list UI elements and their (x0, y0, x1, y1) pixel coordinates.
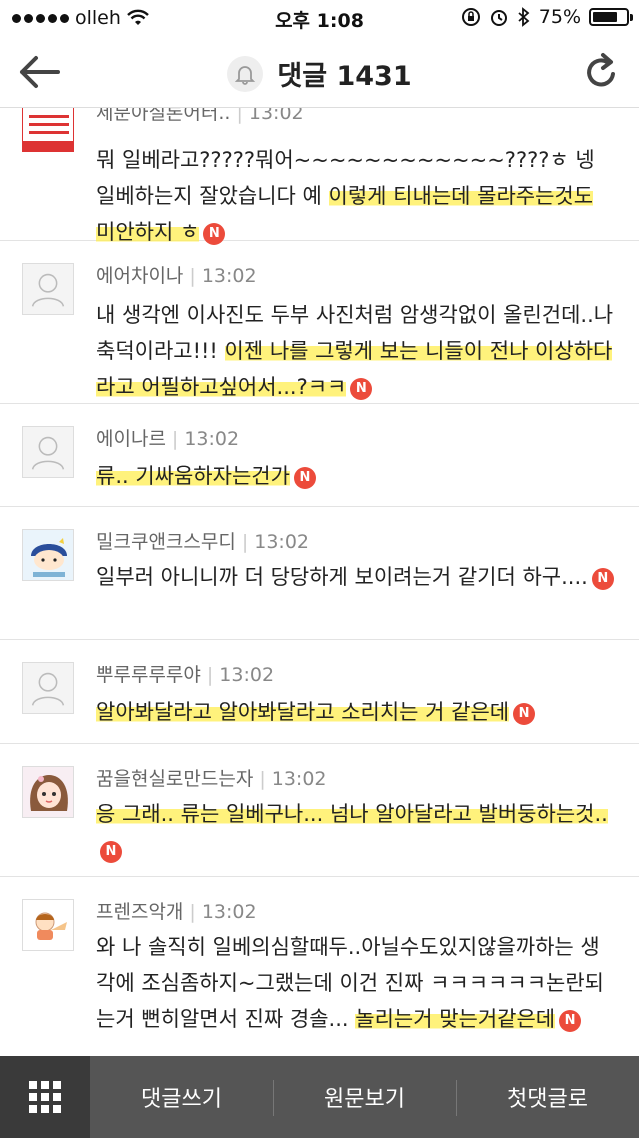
bell-icon (235, 65, 256, 85)
nav-bar: 댓글 1431 (0, 36, 639, 108)
character-avatar-image (23, 530, 73, 580)
new-badge: N (293, 467, 316, 489)
alarm-icon (490, 10, 507, 26)
comment-time: 13:02 (219, 664, 275, 686)
page-title: 댓글 1431 (277, 61, 412, 92)
write-comment-button[interactable]: 댓글쓰기 (90, 1056, 273, 1138)
comment-author[interactable]: 프렌즈악개 (96, 901, 183, 923)
grid-icon (29, 1081, 61, 1113)
notification-bell-button[interactable] (227, 55, 264, 92)
new-badge: N (559, 1010, 582, 1032)
comment-time: 13:02 (201, 265, 257, 287)
poster-avatar-image (23, 108, 73, 151)
comment-time: 13:02 (201, 901, 257, 923)
avatar[interactable] (22, 529, 74, 581)
comment-author[interactable]: 밀크쿠앤크스무디 (96, 531, 236, 553)
first-comment-button[interactable]: 첫댓글로 (456, 1056, 639, 1138)
battery-icon (589, 8, 633, 26)
avatar[interactable] (22, 426, 74, 478)
menu-grid-button[interactable] (0, 1056, 90, 1138)
character-avatar-image (23, 767, 73, 817)
comment-author[interactable]: 에어차이나 (96, 265, 183, 287)
avatar[interactable] (22, 108, 74, 152)
comment-author[interactable]: 뿌루루루루야 (96, 664, 201, 686)
comment-text: 류.. 기싸움하자는건가 N (96, 458, 616, 494)
avatar[interactable] (22, 766, 74, 818)
bluetooth-icon (518, 7, 530, 27)
character-avatar-image (23, 900, 73, 950)
user-default-icon (31, 273, 65, 307)
status-bar: olleh 오후 1:08 75% (0, 0, 639, 36)
avatar[interactable] (22, 662, 74, 714)
comment-text: 알아봐달라고 알아봐달라고 소리치는 거 같은데 N (96, 694, 616, 730)
new-badge: N (100, 841, 122, 863)
comment-item[interactable]: 꿈을현실로만드는자 | 13:02 응 그래.. 류는 일베구나... 넘나 알아달… (0, 744, 639, 877)
view-original-button[interactable]: 원문보기 (273, 1056, 456, 1138)
comment-text: 응 그래.. 류는 일베구나... 넘나 알아달라고 발버둥하는것..N (96, 796, 616, 868)
comment-item[interactable]: 세분아질론어터.. | 13:02 뭐 일베라고?????뭐어~~~~~~~~~~~… (0, 108, 639, 245)
avatar[interactable] (22, 899, 74, 951)
avatar[interactable] (22, 263, 74, 315)
new-badge: N (513, 703, 536, 725)
bottom-toolbar: 댓글쓰기 원문보기 첫댓글로 (0, 1056, 639, 1138)
comment-time: 13:02 (184, 428, 240, 450)
comment-author[interactable]: 에이나르 (96, 428, 166, 450)
comment-author[interactable]: 꿈을현실로만드는자 (96, 768, 253, 790)
rotation-lock-icon (461, 8, 480, 26)
comment-time: 13:02 (271, 768, 327, 790)
comment-item[interactable]: 에이나르 | 13:02 류.. 기싸움하자는건가 N (0, 404, 639, 507)
comment-text: 와 나 솔직히 일베의심할때두..아닐수도있지않을까하는 생각에 조심좀하지~그… (96, 935, 604, 1032)
refresh-icon[interactable] (581, 50, 621, 94)
comment-time: 13:02 (248, 108, 304, 124)
comment-time: 13:02 (254, 531, 310, 553)
comment-text: 일부러 아니니까 더 당당하게 보이려는거 같기더 하구.... N (96, 559, 616, 595)
comment-item[interactable]: 에어차이나 | 13:02 내 생각엔 이사진도 두부 사진처럼 암생각없이 올린건… (0, 241, 639, 404)
comment-author[interactable]: 세분아질론어터.. (96, 108, 230, 124)
user-default-icon (31, 672, 65, 706)
comment-item[interactable]: 밀크쿠앤크스무디 | 13:02 일부러 아니니까 더 당당하게 보이려는거 같기더… (0, 507, 639, 640)
battery-percent: 75% (538, 6, 581, 28)
comment-text: 뭐 일베라고?????뭐어~~~~~~~~~~~~????ㅎ 넹 일베하는지 잘… (96, 148, 595, 245)
new-badge: N (350, 378, 373, 400)
comment-text: 내 생각엔 이사진도 두부 사진처럼 암생각없이 올린건데..나 축덕이라고!!… (96, 303, 614, 400)
comment-item[interactable]: 프렌즈악개 | 13:02 와 나 솔직히 일베의심할때두..아닐수도있지않을까하는… (0, 877, 639, 1056)
new-badge: N (591, 568, 614, 590)
comment-list[interactable]: 세분아질론어터.. | 13:02 뭐 일베라고?????뭐어~~~~~~~~~~~… (0, 108, 639, 1056)
comment-item[interactable]: 뿌루루루루야 | 13:02 알아봐달라고 알아봐달라고 소리치는 거 같은데 N (0, 640, 639, 744)
user-default-icon (31, 436, 65, 470)
